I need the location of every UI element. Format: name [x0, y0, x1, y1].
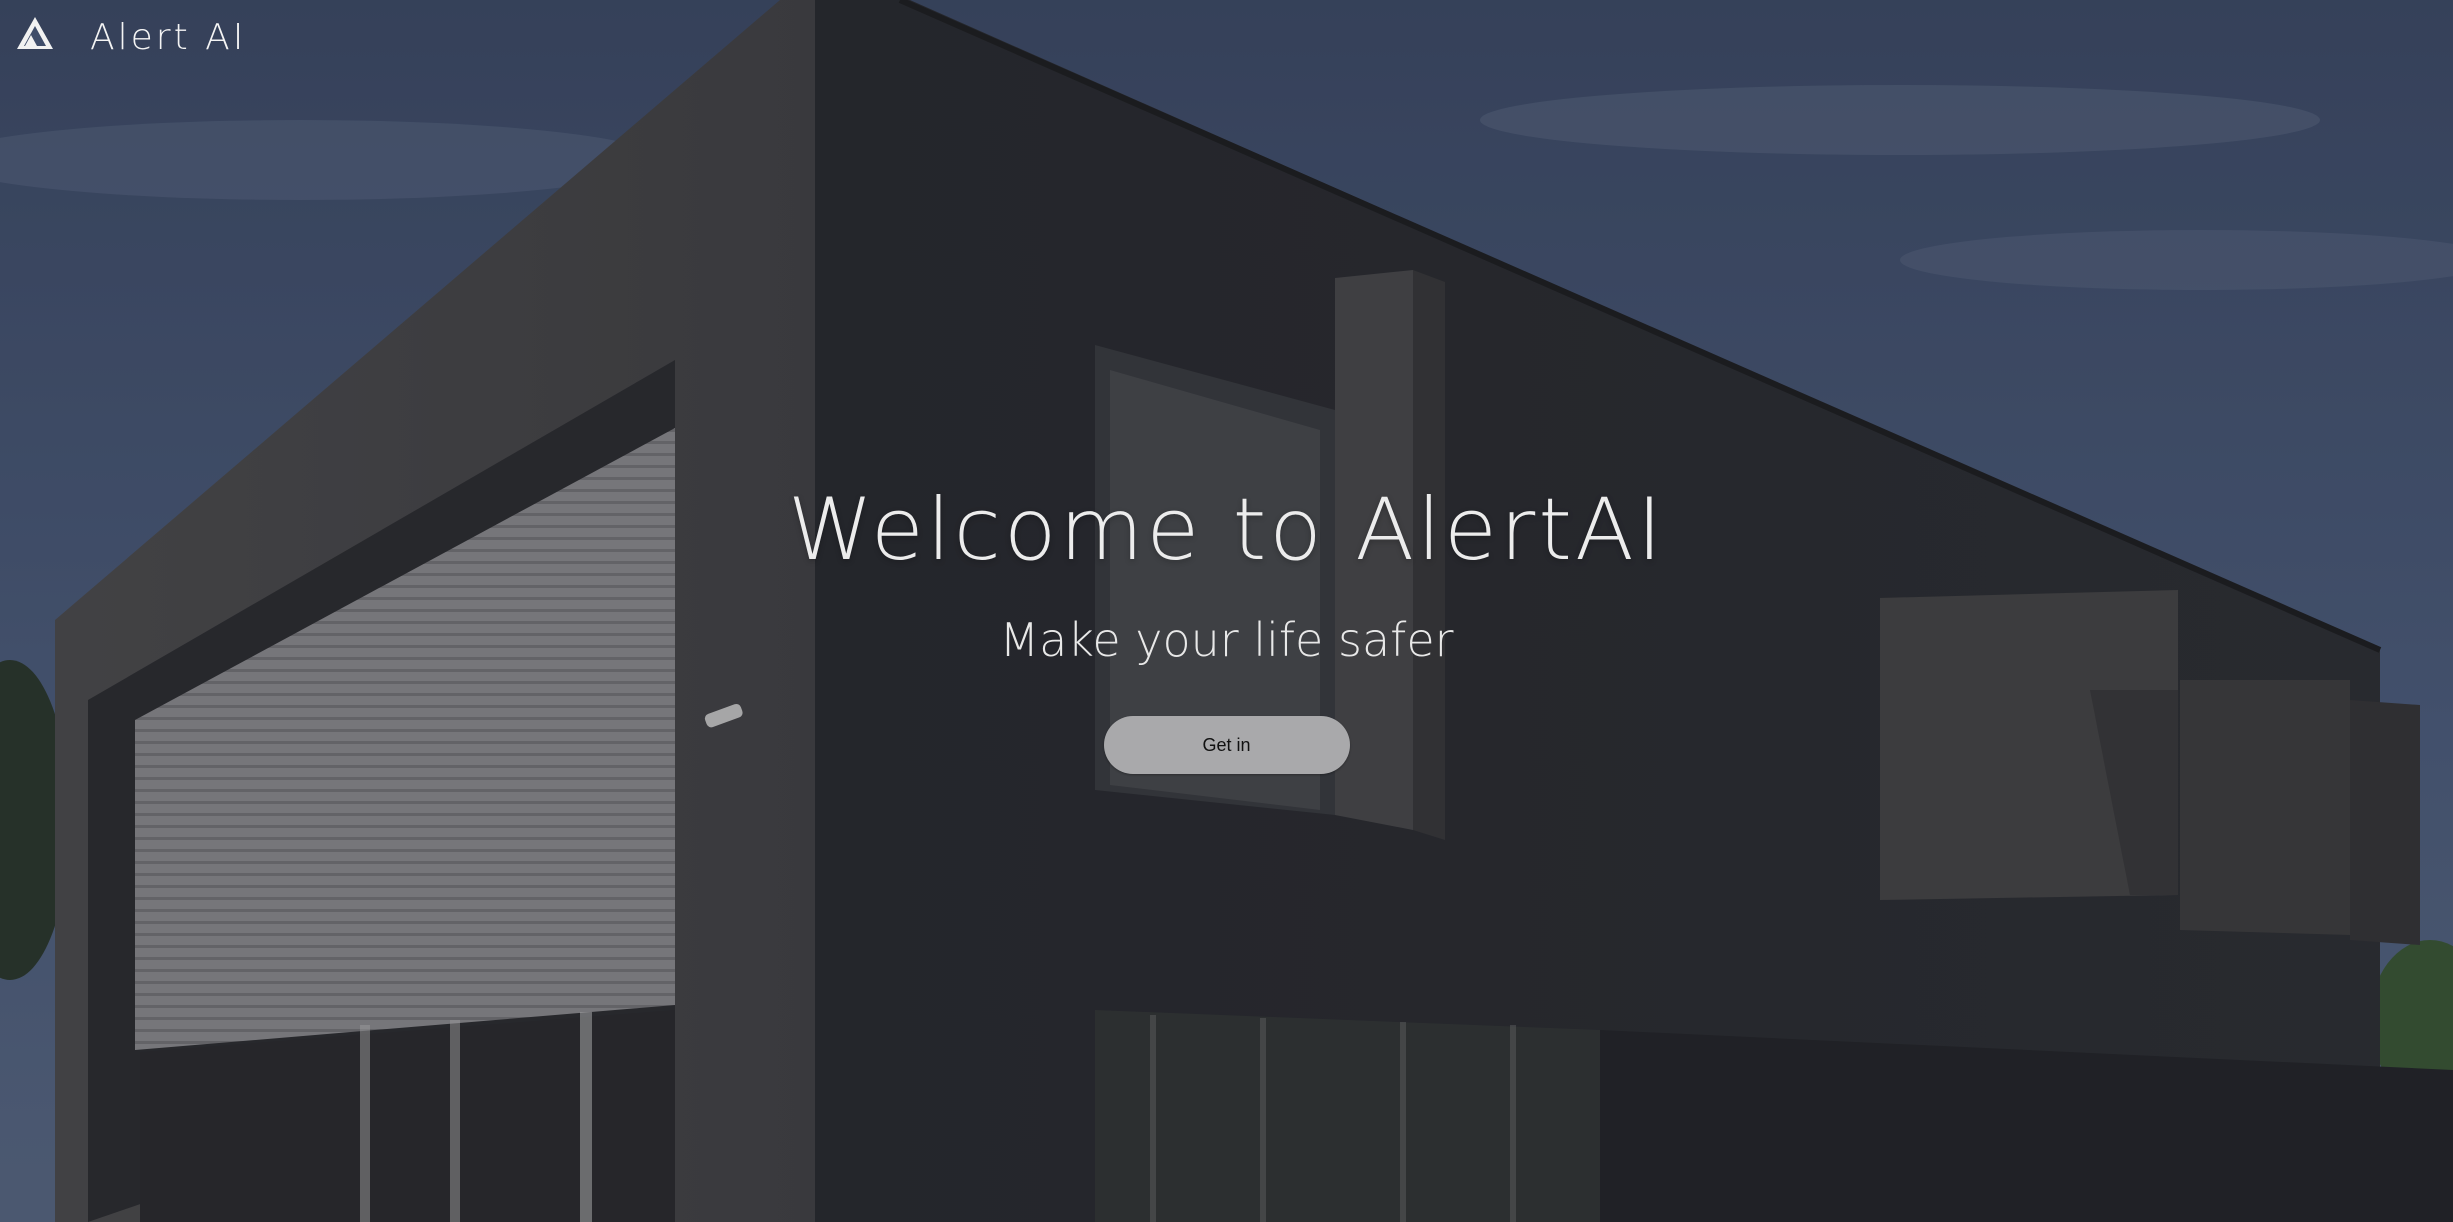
brand-name[interactable]: Alert AI — [90, 17, 246, 58]
landing-page: Alert AI Welcome to AlertAI Make your li… — [0, 0, 2453, 1222]
top-navbar: Alert AI — [0, 0, 246, 78]
hero-section: Welcome to AlertAI Make your life safer … — [0, 470, 2453, 774]
get-in-button[interactable]: Get in — [1103, 716, 1350, 774]
hero-subtitle: Make your life safer — [999, 613, 1454, 667]
triangle-logo-icon[interactable] — [16, 15, 54, 51]
hero-title: Welcome to AlertAI — [787, 480, 1666, 580]
